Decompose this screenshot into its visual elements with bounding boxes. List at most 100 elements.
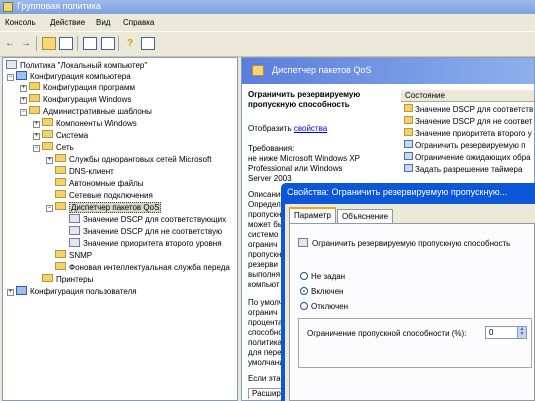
show-hide-tree-icon[interactable] [59,37,73,50]
spinner-arrows-icon[interactable]: ▲ ▼ [517,327,526,338]
expand-icon[interactable]: + [20,97,27,104]
tree-user-config[interactable]: + Конфигурация пользователя [7,286,137,297]
folder-icon [42,118,53,126]
group-policy-icon [3,2,13,12]
radio-not-configured[interactable]: Не задан [300,272,345,282]
tree-net-connections[interactable]: Сетевые подключения [55,190,153,201]
column-header-state[interactable]: Состояние [401,90,534,102]
back-arrow-icon[interactable]: ← [3,37,17,50]
list-item[interactable]: Значение приоритета второго у [404,128,532,139]
setting-icon [404,164,413,172]
details-header: Диспетчер пакетов QoS [242,58,534,84]
menu-bar: Консоль Действие Вид Справка [0,14,535,30]
tree-p2p[interactable]: + Службы одноранговых сетей Microsoft [46,154,211,165]
tree-root[interactable]: Политика "Локальный компьютер" [6,60,147,71]
toolbar-separator [77,36,78,51]
details-header-title: Диспетчер пакетов QoS [272,65,372,75]
setting-icon [69,214,80,223]
tree-snmp[interactable]: SNMP [55,250,92,261]
tree-qos[interactable]: − Диспетчер пакетов QoS [46,202,162,213]
list-item[interactable]: Значение DSCP для соответств [404,104,533,115]
folder-icon [29,94,40,102]
menu-help[interactable]: Справка [123,18,154,27]
setting-icon [404,104,413,112]
radio-button[interactable] [300,287,308,295]
computer-icon [16,71,27,80]
open-folder-icon [55,202,66,210]
folder-icon [55,154,66,162]
properties-icon[interactable] [83,37,97,50]
expand-icon[interactable]: + [7,289,14,296]
folder-icon [29,106,40,114]
console-icon[interactable] [141,37,155,50]
properties-link[interactable]: свойства [294,124,327,133]
setting-name: Ограничить резервируемую пропускную спос… [298,238,510,248]
setting-icon [298,238,308,247]
dialog-title: Свойства: Ограничить резервируемую пропу… [287,187,508,197]
tree-network[interactable]: − Сеть [33,142,74,153]
menu-action[interactable]: Действие [50,18,85,27]
setting-icon [404,152,413,160]
radio-button[interactable] [300,302,308,310]
folder-icon [55,190,66,198]
setting-icon [404,140,413,148]
tab-extended[interactable]: Расшир [248,388,285,399]
collapse-icon[interactable]: − [46,205,53,212]
forward-arrow-icon[interactable]: → [19,37,33,50]
menu-console[interactable]: Консоль [5,18,36,27]
setting-icon [69,226,80,235]
tree-dscp1[interactable]: Значение DSCP для соответствующих [69,214,226,225]
radio-enabled[interactable]: Включен [300,287,343,297]
tab-explanation[interactable]: Объяснение [337,209,394,223]
tree-program-config[interactable]: + Конфигурация программ [20,82,135,93]
export-list-icon[interactable] [101,37,115,50]
expand-icon[interactable]: + [46,157,53,164]
radio-disabled[interactable]: Отключен [300,302,348,312]
up-folder-icon[interactable] [42,37,56,50]
policy-title: Ограничить резервируемую пропускную спос… [248,90,361,109]
tree-pane: Политика "Локальный компьютер" − Конфигур… [2,57,238,401]
expand-icon[interactable]: + [33,133,40,140]
folder-icon [55,250,66,258]
tree-dscp2[interactable]: Значение DSCP для не соответствую [69,226,222,237]
tree-bits[interactable]: Фоновая интеллектуальная служба переда [55,262,230,273]
tree-admin-templates[interactable]: − Административные шаблоны [20,106,152,117]
collapse-icon[interactable]: − [7,74,14,81]
window-titlebar[interactable]: Групповая политика [0,0,535,14]
radio-button[interactable] [300,272,308,280]
folder-icon [42,142,53,150]
folder-icon [55,262,66,270]
requirements-text: не ниже Microsoft Windows XP Professiona… [248,154,360,183]
folder-icon [42,274,53,282]
window-title: Групповая политика [17,1,101,11]
expand-icon[interactable]: + [20,85,27,92]
setting-icon [69,238,80,247]
toolbar: ← → ? [0,31,535,57]
toolbar-separator [36,36,37,51]
list-item[interactable]: Задать разрешение таймера [404,164,522,175]
collapse-icon[interactable]: − [33,145,40,152]
list-item[interactable]: Ограничить резервируемую п [404,140,525,151]
tree-priority[interactable]: Значение приоритета второго уровня [69,238,222,249]
dialog-body: Параметр Объяснение Ограничить резервиру… [285,204,535,401]
tree-computer-config[interactable]: − Конфигурация компьютера [7,71,131,82]
tree-system[interactable]: + Система [33,130,88,141]
list-item[interactable]: Ограничение ожидающих обра [404,152,531,163]
collapse-icon[interactable]: − [20,109,27,116]
tree-windows-config[interactable]: + Конфигурация Windows [20,94,131,105]
tab-panel: Ограничить резервируемую пропускную спос… [289,223,535,401]
menu-view[interactable]: Вид [96,18,110,27]
tree-dns[interactable]: DNS-клиент [55,166,114,177]
bandwidth-limit-spinner[interactable]: 0 ▲ ▼ [485,326,527,339]
list-item[interactable]: Значение DSCP для не соответ [404,116,532,127]
user-icon [16,286,27,295]
policy-icon [6,60,17,69]
expand-icon[interactable]: + [33,121,40,128]
tree-printers[interactable]: Принтеры [42,274,93,285]
tree-windows-components[interactable]: + Компоненты Windows [33,118,137,129]
folder-icon [42,130,53,138]
properties-dialog[interactable]: Свойства: Ограничить резервируемую пропу… [281,183,535,401]
help-icon[interactable]: ? [123,37,137,50]
tree-offline-files[interactable]: Автономные файлы [55,178,144,189]
setting-icon [404,128,413,136]
